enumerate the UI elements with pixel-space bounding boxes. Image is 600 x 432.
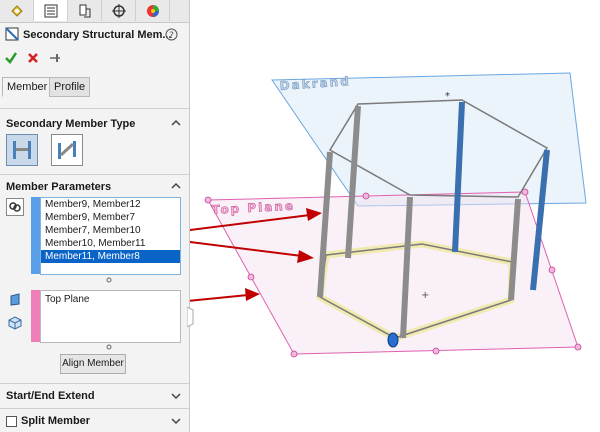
secondary-member-type-header[interactable]: Secondary Member Type	[6, 118, 135, 130]
subtab-strip: Member Profile	[0, 77, 189, 97]
origin-crosshair: +	[421, 290, 429, 301]
member-parameters-header[interactable]: Member Parameters	[6, 181, 111, 193]
plane-value[interactable]: Top Plane	[41, 291, 180, 306]
action-buttons	[4, 49, 84, 67]
display-manager-icon	[146, 4, 159, 17]
cancel-x-icon[interactable]	[26, 51, 40, 65]
start-end-extend-header[interactable]: Start/End Extend	[6, 390, 95, 402]
divider	[0, 174, 189, 175]
manager-tab-bar	[0, 0, 189, 23]
dakrand-plane[interactable]	[271, 72, 587, 207]
top-plane[interactable]	[207, 191, 579, 355]
display-manager-tab[interactable]	[136, 0, 170, 21]
link-icon[interactable]	[6, 198, 24, 216]
member-pairs-color-bar	[31, 197, 40, 274]
point-length-type-button[interactable]	[51, 134, 83, 166]
property-manager-panel: Secondary Structural Mem... ? Member Pro…	[0, 0, 190, 432]
body-cube-icon	[8, 316, 22, 330]
divider	[0, 383, 189, 384]
structural-member-icon	[5, 27, 19, 41]
between-members-icon	[13, 141, 31, 159]
plane-color-bar	[31, 290, 40, 342]
chevron-up-icon[interactable]	[171, 181, 181, 191]
selected-endpoint[interactable]	[387, 332, 399, 348]
divider	[0, 408, 189, 409]
graphics-viewport[interactable]: Dakrand * Top Plane +	[190, 0, 600, 432]
dimxpert-manager-tab[interactable]	[102, 0, 136, 21]
panel-title: Secondary Structural Mem...	[23, 29, 172, 41]
feature-manager-tab[interactable]	[0, 0, 34, 21]
list-item[interactable]: Member10, Member11	[41, 237, 180, 250]
chevron-down-icon[interactable]	[171, 416, 181, 426]
configuration-manager-tab[interactable]	[68, 0, 102, 21]
chevron-up-icon[interactable]	[171, 118, 181, 128]
tab-profile[interactable]: Profile	[49, 77, 91, 97]
split-member-header[interactable]: Split Member	[21, 415, 90, 427]
resize-handle-icon[interactable]	[106, 277, 112, 283]
property-manager-tab[interactable]	[34, 0, 68, 21]
list-item[interactable]: Member9, Member12	[41, 198, 180, 211]
feature-manager-icon	[10, 4, 23, 17]
list-item[interactable]: Member7, Member10	[41, 224, 180, 237]
list-item[interactable]: Member9, Member7	[41, 211, 180, 224]
split-member-checkbox[interactable]	[6, 416, 17, 427]
member-pairs-list[interactable]: Member9, Member12 Member9, Member7 Membe…	[40, 197, 181, 275]
list-item-selected[interactable]: Member11, Member8	[41, 250, 180, 263]
property-manager-icon	[44, 4, 57, 17]
plane-selection-box[interactable]: Top Plane	[40, 290, 181, 343]
crosshair-icon	[111, 3, 126, 18]
chevron-down-icon[interactable]	[171, 391, 181, 401]
align-member-button[interactable]: Align Member	[60, 354, 126, 374]
plane-icon	[10, 293, 20, 306]
svg-text:?: ?	[169, 31, 174, 41]
resize-handle-icon[interactable]	[106, 344, 112, 350]
support-plane-type-button[interactable]	[6, 134, 38, 166]
tab-member[interactable]: Member	[2, 77, 53, 97]
pushpin-icon[interactable]	[48, 51, 62, 65]
divider	[0, 108, 189, 109]
point-length-icon	[58, 141, 76, 159]
help-icon[interactable]: ?	[165, 28, 178, 41]
configuration-manager-icon	[79, 4, 90, 17]
ok-checkmark-icon[interactable]	[4, 51, 18, 65]
panel-title-row: Secondary Structural Mem... ?	[0, 24, 189, 46]
